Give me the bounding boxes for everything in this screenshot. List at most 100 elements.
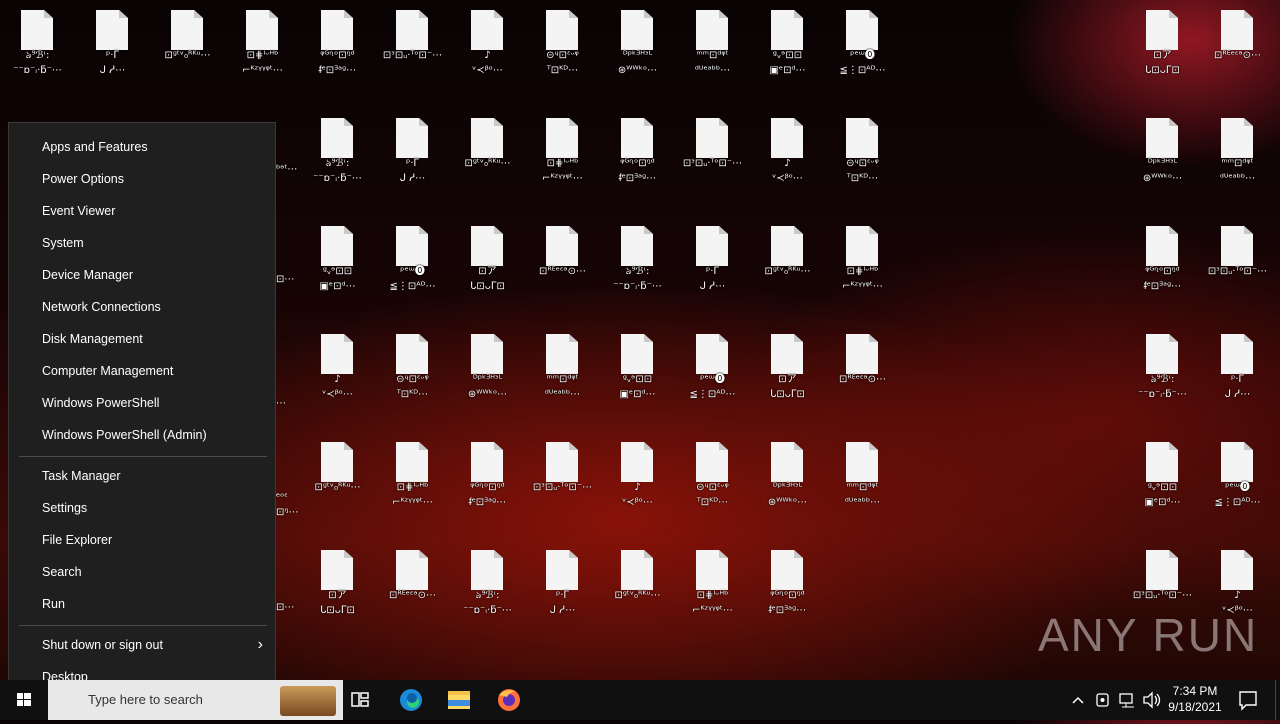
file-icon <box>771 118 803 158</box>
desktop-file-item[interactable]: ᴰᵖᵏᴲᴴᵌᴸ ⊛ᵂᵂᵏᵒ⋯ <box>600 0 675 100</box>
desktop-file-item[interactable]: ᵐᵐ⊡ᵈᵠᵗ ᵈᵁᵉᵃᵇᵇ⋯ <box>1200 108 1275 208</box>
desktop-file-item[interactable]: ঌ⁹ℬᶥ: ⁻⁻ɒ⁻ᵢ·ƃ⁻⋯ <box>450 540 525 640</box>
desktop-file-item[interactable]: ♪ ᵛ≺ᵝᵒ⋯ <box>600 432 675 532</box>
desktop-file-item[interactable]: ⊡ア ᒐ⊡ᴗᒥ⊡ <box>1125 0 1200 100</box>
desktop-file-item[interactable]: ᵍᵥᵊ⊡⊡ ▣ᵉ⊡ᵈ⋯ <box>600 324 675 424</box>
desktop-file-item[interactable]: ᵠᴳᶯᵒ⊡ᵑᵈ ᵮᵉ⊡ᴲᵃᶢ⋯ <box>1125 216 1200 316</box>
desktop-file-item[interactable]: ⊡⋕ᴵᵕᴴᵇ ⌐ᴷᶻᵞᵞᵠᵗ⋯ <box>375 432 450 532</box>
winx-menu-item[interactable]: Device Manager <box>9 259 275 291</box>
desktop-file-item[interactable]: ঌ⁹ℬᶥ: ⁻⁻ɒ⁻ᵢ·ƃ⁻⋯ <box>1125 324 1200 424</box>
file-icon <box>696 334 728 374</box>
notifications-button[interactable] <box>1232 680 1264 720</box>
desktop-file-item[interactable]: ᴰᵖᵏᴲᴴᵌᴸ ⊛ᵂᵂᵏᵒ⋯ <box>750 432 825 532</box>
winx-menu-item[interactable]: File Explorer <box>9 524 275 556</box>
desktop-file-item[interactable]: ᵠᴳᶯᵒ⊡ᵑᵈ ᵮᵉ⊡ᴲᵃᶢ⋯ <box>750 540 825 640</box>
desktop-file-item[interactable]: ঌ⁹ℬᶥ: ⁻⁻ɒ⁻ᵢ·ƃ⁻⋯ <box>0 0 75 100</box>
winx-menu-item[interactable]: Power Options <box>9 163 275 195</box>
desktop-file-item[interactable]: ᵠᴳᶯᵒ⊡ᵑᵈ ᵮᵉ⊡ᴲᵃᶢ⋯ <box>600 108 675 208</box>
desktop-file-item[interactable]: ᴰᵖᵏᴲᴴᵌᴸ ⊛ᵂᵂᵏᵒ⋯ <box>1125 108 1200 208</box>
desktop-file-item[interactable]: ᴰᵖᵏᴲᴴᵌᴸ ⊛ᵂᵂᵏᵒ⋯ <box>450 324 525 424</box>
winx-menu-item[interactable]: Shut down or sign out › <box>9 629 275 661</box>
winx-menu-item[interactable]: Computer Management <box>9 355 275 387</box>
desktop-file-item[interactable]: ⊝ᶣ⊡ᵋᵕᵠ ᵀ⊡ᴷᴰ⋯ <box>375 324 450 424</box>
start-button[interactable] <box>0 680 48 720</box>
desktop-file-item[interactable]: ⊡⋕ᴵᵕᴴᵇ ⌐ᴷᶻᵞᵞᵠᵗ⋯ <box>525 108 600 208</box>
volume-icon[interactable] <box>1141 680 1163 720</box>
desktop-file-item[interactable]: ⊝ᶣ⊡ᵋᵕᵠ ᵀ⊡ᴷᴰ⋯ <box>525 0 600 100</box>
desktop-file-item[interactable]: ᵍᵥᵊ⊡⊡ ▣ᵉ⊡ᵈ⋯ <box>300 216 375 316</box>
desktop-file-item[interactable]: ⊡ᵌ⊡ᵤ·ᵀᵒ⊡⁻⋯ <box>375 0 450 100</box>
desktop-file-item[interactable]: ⊡ᶢᵗᵛ₀ᴿᴷᵘ⋯ <box>600 540 675 640</box>
desktop-file-item[interactable]: ঌ⁹ℬᶥ: ⁻⁻ɒ⁻ᵢ·ƃ⁻⋯ <box>600 216 675 316</box>
desktop-file-item[interactable]: ⊡ᶢᵗᵛ₀ᴿᴷᵘ⋯ <box>150 0 225 100</box>
desktop-file-item[interactable]: ᵖ·ᒥ ᒍ ᓱ⋯ <box>675 216 750 316</box>
winx-menu-item[interactable]: Event Viewer <box>9 195 275 227</box>
file-icon <box>171 10 203 50</box>
file-explorer-taskbar-button[interactable] <box>439 680 479 720</box>
desktop-file-item[interactable]: ᵐᵐ⊡ᵈᵠᵗ ᵈᵁᵉᵃᵇᵇ⋯ <box>825 432 900 532</box>
desktop-file-item[interactable]: ⊡ᴿᴱᵉᵋᵊ⊙⋯ <box>375 540 450 640</box>
pinned-app-icon[interactable] <box>280 686 336 716</box>
desktop-file-item[interactable]: ⊡ᵌ⊡ᵤ·ᵀᵒ⊡⁻⋯ <box>525 432 600 532</box>
desktop-file-item[interactable]: ♪ ᵛ≺ᵝᵒ⋯ <box>450 0 525 100</box>
desktop-file-item[interactable]: ⊝ᶣ⊡ᵋᵕᵠ ᵀ⊡ᴷᴰ⋯ <box>825 108 900 208</box>
desktop-file-item[interactable]: ⊡⋕ᴵᵕᴴᵇ ⌐ᴷᶻᵞᵞᵠᵗ⋯ <box>825 216 900 316</box>
desktop-file-item[interactable]: ⊡⋕ᴵᵕᴴᵇ ⌐ᴷᶻᵞᵞᵠᵗ⋯ <box>225 0 300 100</box>
desktop-file-item[interactable]: ⊡ア ᒐ⊡ᴗᒥ⊡ <box>450 216 525 316</box>
desktop-file-item[interactable]: ⊡ᴿᴱᵉᵋᵊ⊙⋯ <box>525 216 600 316</box>
desktop-file-item[interactable]: ᵖᵉᵚ⓿ ≦⋮⊡ᴬᴰ⋯ <box>825 0 900 100</box>
desktop-file-item[interactable]: ᵐᵐ⊡ᵈᵠᵗ ᵈᵁᵉᵃᵇᵇ⋯ <box>525 324 600 424</box>
desktop-file-item[interactable]: ᵖ·ᒥ ᒍ ᓱ⋯ <box>375 108 450 208</box>
desktop-file-item[interactable]: ♪ ᵛ≺ᵝᵒ⋯ <box>300 324 375 424</box>
desktop-file-item[interactable]: ᵠᴳᶯᵒ⊡ᵑᵈ ᵮᵉ⊡ᴲᵃᶢ⋯ <box>300 0 375 100</box>
file-label: ᵐᵐ⊡ᵈᵠᵗ ᵈᵁᵉᵃᵇᵇ⋯ <box>844 482 881 508</box>
winx-menu-item[interactable]: Network Connections <box>9 291 275 323</box>
desktop-file-item[interactable]: ᵖᵉᵚ⓿ ≦⋮⊡ᴬᴰ⋯ <box>675 324 750 424</box>
desktop-file-item[interactable]: ⊡ᶢᵗᵛ₀ᴿᴷᵘ⋯ <box>450 108 525 208</box>
winx-menu-item[interactable]: Apps and Features <box>9 131 275 163</box>
desktop-file-item[interactable]: ⊡ᴿᴱᵉᵋᵊ⊙⋯ <box>825 324 900 424</box>
desktop-file-item[interactable]: ᵍᵥᵊ⊡⊡ ▣ᵉ⊡ᵈ⋯ <box>750 0 825 100</box>
network-icon[interactable] <box>1117 680 1139 720</box>
tray-chevron-icon[interactable] <box>1070 680 1086 720</box>
desktop-file-item[interactable]: ᵖᵉᵚ⓿ ≦⋮⊡ᴬᴰ⋯ <box>375 216 450 316</box>
desktop-file-item[interactable]: ᵖ·ᒥ ᒍ ᓱ⋯ <box>1200 324 1275 424</box>
desktop-file-item[interactable]: ⊡ᶢᵗᵛ₀ᴿᴷᵘ⋯ <box>300 432 375 532</box>
desktop-file-item[interactable]: ⊡ア ᒐ⊡ᴗᒥ⊡ <box>300 540 375 640</box>
desktop-file-item[interactable]: ᵍᵥᵊ⊡⊡ ▣ᵉ⊡ᵈ⋯ <box>1125 432 1200 532</box>
winx-menu-item[interactable]: Settings <box>9 492 275 524</box>
meet-now-icon[interactable] <box>1093 680 1113 720</box>
task-view-button[interactable] <box>340 680 380 720</box>
desktop-file-item[interactable]: ঌ⁹ℬᶥ: ⁻⁻ɒ⁻ᵢ·ƃ⁻⋯ <box>300 108 375 208</box>
desktop-file-item[interactable]: ⊡ア ᒐ⊡ᴗᒥ⊡ <box>750 324 825 424</box>
winx-menu-item[interactable]: Search <box>9 556 275 588</box>
file-icon <box>696 226 728 266</box>
desktop-file-item[interactable]: ᵠᴳᶯᵒ⊡ᵑᵈ ᵮᵉ⊡ᴲᵃᶢ⋯ <box>450 432 525 532</box>
winx-menu-item[interactable]: System <box>9 227 275 259</box>
winx-menu-item[interactable]: Windows PowerShell (Admin) <box>9 419 275 451</box>
desktop-file-item[interactable]: ⊡ᵌ⊡ᵤ·ᵀᵒ⊡⁻⋯ <box>675 108 750 208</box>
clock[interactable]: 7:34 PM 9/18/2021 <box>1164 680 1226 720</box>
desktop-file-item[interactable]: ⊡⋕ᴵᵕᴴᵇ ⌐ᴷᶻᵞᵞᵠᵗ⋯ <box>675 540 750 640</box>
desktop-file-item[interactable]: ᵖᵉᵚ⓿ ≦⋮⊡ᴬᴰ⋯ <box>1200 432 1275 532</box>
desktop-file-item[interactable]: ᵖ·ᒥ ᒍ ᓱ⋯ <box>525 540 600 640</box>
desktop-file-item[interactable]: ᵐᵐ⊡ᵈᵠᵗ ᵈᵁᵉᵃᵇᵇ⋯ <box>675 0 750 100</box>
file-label: ♪ ᵛ≺ᵝᵒ⋯ <box>322 374 353 400</box>
desktop-file-item[interactable]: ⊝ᶣ⊡ᵋᵕᵠ ᵀ⊡ᴷᴰ⋯ <box>675 432 750 532</box>
desktop-file-item[interactable]: ♪ ᵛ≺ᵝᵒ⋯ <box>750 108 825 208</box>
firefox-taskbar-button[interactable] <box>489 680 529 720</box>
desktop-file-item[interactable]: ⊡ᵌ⊡ᵤ·ᵀᵒ⊡⁻⋯ <box>1200 216 1275 316</box>
winx-menu-item-label: System <box>42 236 84 250</box>
edge-taskbar-button[interactable] <box>390 680 432 720</box>
desktop-file-item[interactable]: ⊡ᶢᵗᵛ₀ᴿᴷᵘ⋯ <box>750 216 825 316</box>
winx-menu-item[interactable]: Task Manager <box>9 460 275 492</box>
winx-menu-item[interactable]: Disk Management <box>9 323 275 355</box>
file-label: ᵖ·ᒥ ᒍ ᓱ⋯ <box>549 590 576 616</box>
file-label: ᵐᵐ⊡ᵈᵠᵗ ᵈᵁᵉᵃᵇᵇ⋯ <box>1219 158 1256 184</box>
file-label: ᴰᵖᵏᴲᴴᵌᴸ ⊛ᵂᵂᵏᵒ⋯ <box>1142 158 1183 184</box>
winx-menu-item[interactable]: Windows PowerShell <box>9 387 275 419</box>
desktop-file-item[interactable]: ⊡ᴿᴱᵉᵋᵊ⊙⋯ <box>1200 0 1275 100</box>
winx-menu-item[interactable]: Run <box>9 588 275 620</box>
desktop-file-item[interactable]: ᵖ·ᒥ ᒍ ᓱ⋯ <box>75 0 150 100</box>
show-desktop-strip[interactable] <box>1275 680 1280 720</box>
